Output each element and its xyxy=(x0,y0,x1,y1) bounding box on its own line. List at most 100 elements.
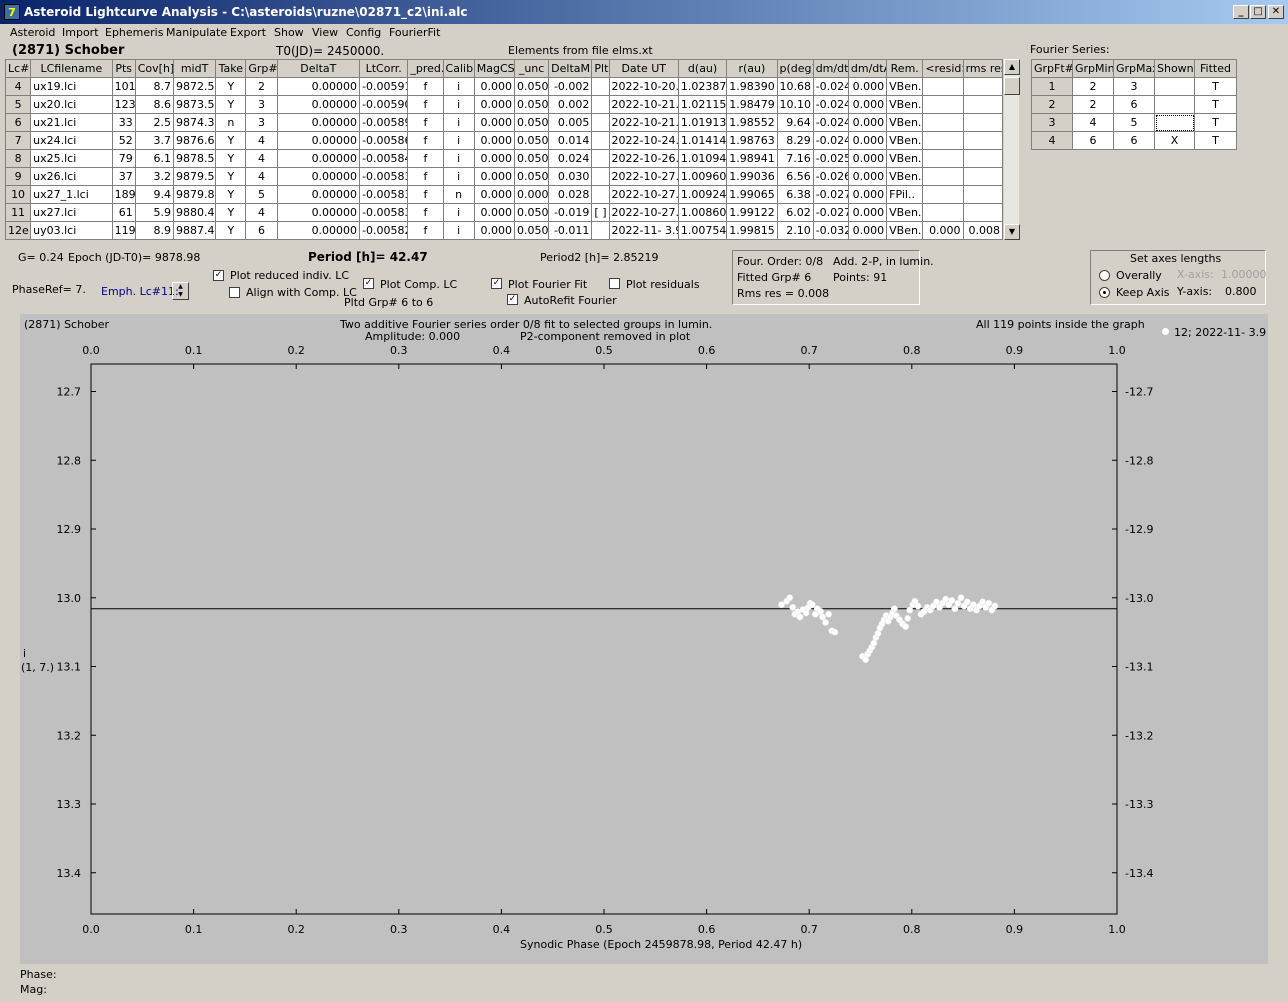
table-cell[interactable]: 1.98941 xyxy=(726,149,778,168)
table-cell[interactable]: -0.024 xyxy=(812,95,849,114)
table-cell[interactable]: 0.000 xyxy=(847,221,888,240)
table-cell[interactable]: VBen.. xyxy=(886,95,924,114)
lc-column-header[interactable]: r(au) xyxy=(726,59,778,78)
table-cell[interactable]: 0.000 xyxy=(922,221,964,240)
table-cell[interactable]: n xyxy=(442,185,475,204)
table-cell[interactable]: -0.00586 xyxy=(359,131,409,150)
row-header-cell[interactable]: 5 xyxy=(4,95,32,114)
table-cell[interactable]: VBen.. xyxy=(886,131,924,150)
table-cell[interactable]: 2.5 xyxy=(134,113,174,132)
table-cell[interactable]: ux21.lci xyxy=(30,113,113,132)
table-cell[interactable]: 2022-10-27.0 xyxy=(608,167,679,186)
menu-fourierfit[interactable]: FourierFit xyxy=(389,26,440,39)
table-cell[interactable]: 10.10 xyxy=(776,95,814,114)
table-cell[interactable]: 0.00000 xyxy=(276,221,361,240)
table-row[interactable]: 466XT xyxy=(1031,131,1237,150)
table-cell[interactable]: 0.000 xyxy=(847,95,888,114)
table-cell[interactable]: 7.16 xyxy=(776,149,814,168)
lc-column-header[interactable]: Calib. xyxy=(442,59,475,78)
table-cell[interactable]: 0.00000 xyxy=(276,131,361,150)
table-cell[interactable]: 0.024 xyxy=(548,149,593,168)
table-cell[interactable]: 6.02 xyxy=(776,203,814,222)
table-cell[interactable]: 0.000 xyxy=(473,95,515,114)
table-cell[interactable]: 3.2 xyxy=(134,167,174,186)
table-cell[interactable]: 9876.6 xyxy=(172,131,217,150)
table-cell[interactable]: 119 xyxy=(111,221,136,240)
table-cell[interactable]: i xyxy=(442,167,475,186)
lc-column-header[interactable]: <resid> xyxy=(922,59,964,78)
table-cell[interactable]: 2022-10-27.3 xyxy=(608,185,679,204)
row-header-cell[interactable]: 6 xyxy=(4,113,32,132)
lc-column-header[interactable]: p(deg) xyxy=(776,59,814,78)
table-cell[interactable]: 6 xyxy=(1072,131,1114,150)
table-cell[interactable]: 0.000 xyxy=(473,221,515,240)
table-cell[interactable]: 8.9 xyxy=(134,221,174,240)
table-cell[interactable]: 1.98390 xyxy=(726,77,778,96)
table-cell[interactable]: f xyxy=(407,77,444,96)
table-cell[interactable]: 1.99036 xyxy=(726,167,778,186)
table-cell[interactable]: VBen.. xyxy=(886,167,924,186)
table-cell[interactable] xyxy=(591,77,610,96)
lc-column-header[interactable]: dm/dtA xyxy=(847,59,888,78)
minimize-button[interactable]: _ xyxy=(1233,5,1249,19)
table-cell[interactable]: 2022-10-26.0 xyxy=(608,149,679,168)
table-cell[interactable] xyxy=(1154,77,1195,96)
table-cell[interactable]: Y xyxy=(215,167,247,186)
table-cell[interactable] xyxy=(962,77,1004,96)
row-header-cell[interactable]: 3 xyxy=(1031,113,1073,132)
table-cell[interactable]: Y xyxy=(215,77,247,96)
table-cell[interactable]: -0.00582 xyxy=(359,221,409,240)
table-cell[interactable]: 0.028 xyxy=(548,185,593,204)
table-cell[interactable]: 0.050 xyxy=(513,203,550,222)
table-cell[interactable]: 1.98479 xyxy=(726,95,778,114)
table-cell[interactable]: 9887.4 xyxy=(172,221,217,240)
table-row[interactable]: 11 ux27.lci 61 5.9 9880.4 Y 4 0.00000 -0.00583 f i… xyxy=(4,203,1004,222)
table-cell[interactable]: -0.024 xyxy=(812,113,849,132)
table-cell[interactable]: 123 xyxy=(111,95,136,114)
table-cell[interactable]: ux27.lci xyxy=(30,203,113,222)
menu-config[interactable]: Config xyxy=(346,26,381,39)
table-cell[interactable]: f xyxy=(407,95,444,114)
lc-column-header[interactable]: LtCorr. xyxy=(359,59,409,78)
lc-column-header[interactable]: DeltaT xyxy=(276,59,361,78)
lc-column-header[interactable]: Rem. xyxy=(886,59,924,78)
row-header-cell[interactable]: 1 xyxy=(1031,77,1073,96)
lc-column-header[interactable]: midT xyxy=(172,59,217,78)
table-cell[interactable]: 61 xyxy=(111,203,136,222)
table-cell[interactable] xyxy=(962,113,1004,132)
table-cell[interactable]: -0.026 xyxy=(812,167,849,186)
row-header-cell[interactable]: 7 xyxy=(4,131,32,150)
scroll-thumb[interactable] xyxy=(1004,77,1020,95)
table-cell[interactable]: 0.00000 xyxy=(276,185,361,204)
menu-import[interactable]: Import xyxy=(62,26,99,39)
lc-column-header[interactable]: Cov[h] xyxy=(134,59,174,78)
menu-export[interactable]: Export xyxy=(230,26,266,39)
menu-asteroid[interactable]: Asteroid xyxy=(10,26,55,39)
table-row[interactable]: 6 ux21.lci 33 2.5 9874.3 n 3 0.00000 -0.00589 f i 0… xyxy=(4,113,1004,132)
table-cell[interactable]: -0.00589 xyxy=(359,113,409,132)
table-cell[interactable]: 6 xyxy=(245,221,278,240)
table-row[interactable]: 226T xyxy=(1031,95,1237,114)
table-cell[interactable]: T xyxy=(1194,131,1237,150)
table-cell[interactable]: Y xyxy=(215,131,247,150)
emph-spin-icon[interactable]: ▲ ▼ xyxy=(172,282,189,300)
table-row[interactable]: 345 T xyxy=(1031,113,1237,132)
table-cell[interactable]: 10.68 xyxy=(776,77,814,96)
table-cell[interactable]: 9873.5 xyxy=(172,95,217,114)
table-cell[interactable]: VBen.. xyxy=(886,149,924,168)
table-row[interactable]: 4 ux19.lci 101 8.7 9872.5 Y 2 0.00000 -0.00591 f i… xyxy=(4,77,1004,96)
table-cell[interactable]: ux25.lci xyxy=(30,149,113,168)
lightcurve-plot[interactable]: (2871) Schober Two additive Fourier seri… xyxy=(20,314,1268,964)
table-cell[interactable]: Y xyxy=(215,185,247,204)
table-cell[interactable]: 0.000 xyxy=(847,149,888,168)
table-cell[interactable]: 0.050 xyxy=(513,149,550,168)
table-cell[interactable]: 4 xyxy=(245,203,278,222)
row-header-cell[interactable]: 4 xyxy=(1031,131,1073,150)
table-cell[interactable] xyxy=(922,149,964,168)
table-cell[interactable]: 0.030 xyxy=(548,167,593,186)
table-row[interactable]: 123 T xyxy=(1031,77,1237,96)
table-cell[interactable]: -0.00591 xyxy=(359,77,409,96)
table-cell[interactable] xyxy=(922,131,964,150)
lc-column-header[interactable]: dm/dt xyxy=(812,59,849,78)
table-cell[interactable]: 0.000 xyxy=(847,113,888,132)
